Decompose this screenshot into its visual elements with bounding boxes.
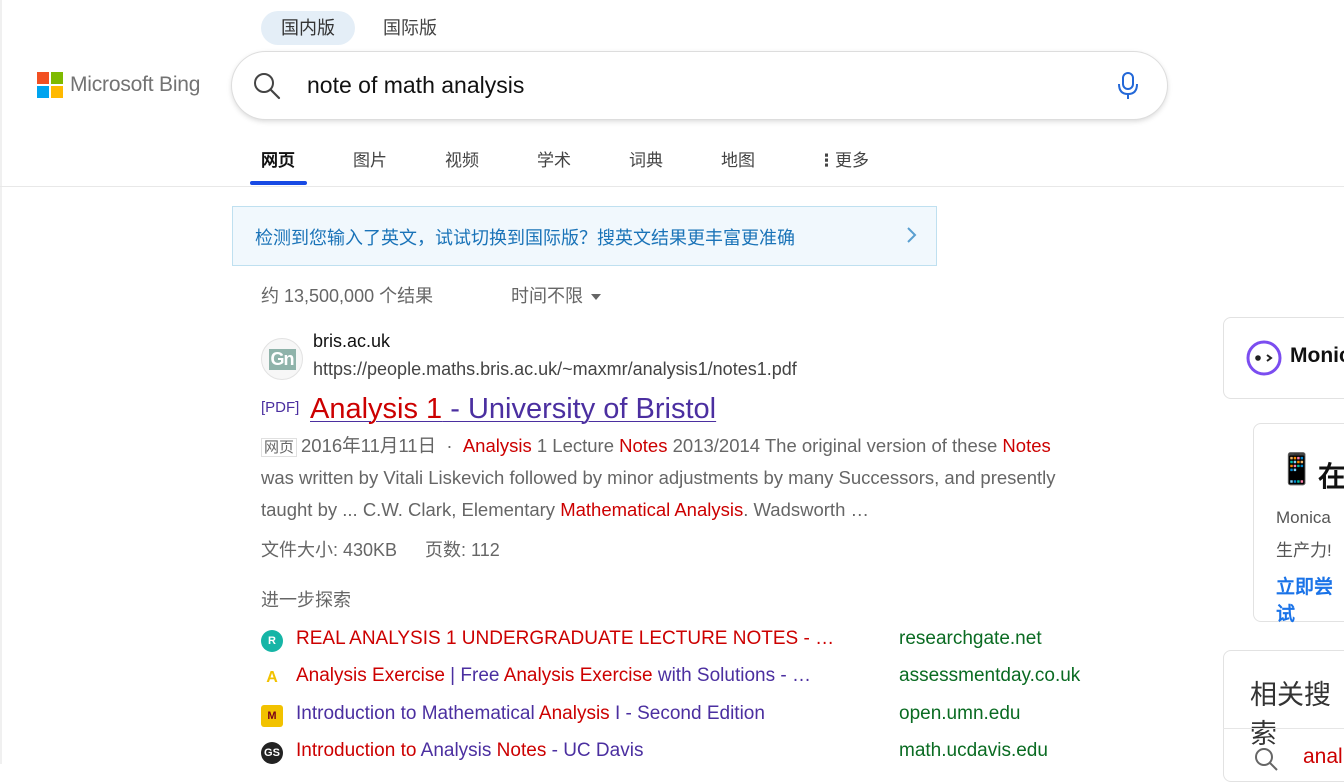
tab-domestic-version[interactable]: 国内版 [261, 11, 355, 45]
promo-text-1: Monica [1276, 508, 1331, 527]
related-searches-heading: 相关搜索 [1250, 680, 1331, 749]
result-url[interactable]: https://people.maths.bris.ac.uk/~maxmr/a… [313, 359, 797, 380]
result-title-rest: - University of Bristol [442, 393, 717, 425]
more-dots-icon: ⋮ [818, 151, 835, 170]
snippet-hl: Notes [619, 435, 668, 456]
site-favicon-icon: M [261, 705, 283, 727]
file-meta: 文件大小: 430KB 页数: 112 [261, 536, 500, 562]
tab-maps[interactable]: 地图 [721, 146, 755, 171]
snippet-hl: Notes [1002, 435, 1051, 456]
tab-academic[interactable]: 学术 [537, 146, 571, 171]
bing-logo[interactable]: Microsoft Bing [37, 72, 200, 98]
related-link-domain[interactable]: assessmentday.co.uk [899, 665, 1080, 687]
tab-dictionary[interactable]: 词典 [629, 146, 663, 171]
phone-icon: 📱 [1278, 453, 1316, 486]
related-link-title[interactable]: Introduction to Analysis Notes - UC Davi… [296, 740, 643, 762]
banner-text: 检测到您输入了英文，试试切换到国际版？搜英文结果更丰富更准确 [255, 228, 795, 248]
logo-text: Microsoft Bing [70, 73, 201, 96]
related-link-row[interactable]: R REAL ANALYSIS 1 UNDERGRADUATE LECTURE N… [261, 628, 1121, 652]
related-link-domain[interactable]: researchgate.net [899, 628, 1042, 650]
caret-down-icon [591, 294, 601, 301]
monica-title: Monic [1290, 344, 1344, 367]
result-date: 2016年11月11日 [301, 435, 437, 456]
header-divider [0, 186, 1344, 187]
related-link-domain[interactable]: math.ucdavis.edu [899, 740, 1048, 762]
tab-videos[interactable]: 视频 [445, 146, 479, 171]
related-link-title[interactable]: REAL ANALYSIS 1 UNDERGRADUATE LECTURE NO… [296, 628, 834, 650]
window-left-edge [0, 0, 2, 764]
result-snippet-line-2: was written by Vitali Liskevich followed… [261, 467, 1056, 488]
web-tag: 网页 [261, 438, 298, 457]
promo-text-2: 生产力! [1276, 541, 1332, 560]
pdf-tag: [PDF] [261, 399, 300, 416]
tab-international-version[interactable]: 国际版 [363, 11, 457, 45]
tab-images[interactable]: 图片 [353, 146, 387, 171]
related-link-title[interactable]: Introduction to Mathematical Analysis I … [296, 703, 765, 725]
snippet-text: taught by ... C.W. Clark, Elementary [261, 499, 561, 520]
monica-logo-icon [1246, 340, 1282, 376]
search-icon[interactable] [252, 71, 282, 101]
microsoft-logo-icon [37, 72, 63, 98]
snippet-text: 1 Lecture [531, 435, 620, 456]
related-link-row[interactable]: A Analysis Exercise | Free Analysis Exerc… [261, 665, 1121, 689]
related-divider [1223, 728, 1344, 729]
result-snippet-line-1: 网页 2016年11月11日 · Analysis 1 Lecture Notes… [261, 430, 1141, 464]
active-tab-indicator [250, 181, 307, 185]
result-count: 约 13,500,000 个结果 [261, 286, 434, 306]
explore-heading: 进一步探索 [261, 590, 351, 610]
promo-try-link[interactable]: 立即尝试 [1276, 572, 1344, 626]
related-link-title[interactable]: Analysis Exercise | Free Analysis Exerci… [296, 665, 811, 687]
time-filter-label: 时间不限 [511, 286, 583, 306]
related-link-row[interactable]: M Introduction to Mathematical Analysis I… [261, 703, 1121, 727]
promo-heading: 在 [1318, 461, 1344, 492]
search-input[interactable]: note of math analysis [307, 72, 524, 99]
result-snippet-line-3: taught by ... C.W. Clark, Elementary Mat… [261, 494, 1141, 526]
site-favicon-icon: R [261, 630, 283, 652]
site-favicon-icon: A [266, 669, 278, 686]
tab-web[interactable]: 网页 [261, 146, 295, 171]
international-version-banner[interactable]: 检测到您输入了英文，试试切换到国际版？搜英文结果更丰富更准确 [232, 206, 937, 266]
site-favicon-icon: GS [261, 742, 283, 764]
snippet-hl: Analysis [462, 435, 532, 456]
related-search-item[interactable]: anal [1303, 745, 1343, 769]
file-size: 文件大小: 430KB [261, 540, 398, 560]
snippet-text: 2013/2014 The original version of these [667, 435, 1003, 456]
snippet-text: . Wadsworth … [743, 499, 869, 520]
chevron-right-icon [907, 227, 917, 243]
page-count: 页数: 112 [425, 540, 500, 560]
time-filter-dropdown[interactable]: 时间不限 [511, 282, 601, 308]
search-icon [1255, 748, 1278, 771]
related-link-domain[interactable]: open.umn.edu [899, 703, 1021, 725]
microphone-icon[interactable] [1117, 71, 1139, 101]
result-title-link[interactable]: Analysis 1 - University of Bristol [310, 393, 716, 426]
site-favicon-icon[interactable]: Gn [261, 338, 303, 380]
result-title-highlight: Analysis 1 [310, 393, 443, 425]
result-site-name[interactable]: bris.ac.uk [313, 331, 390, 352]
search-box[interactable]: note of math analysis [232, 52, 1167, 119]
tab-more[interactable]: ⋮更多 [818, 146, 869, 171]
tab-more-label: 更多 [835, 151, 869, 170]
snippet-hl: Mathematical Analysis [560, 499, 744, 520]
related-link-row[interactable]: GS Introduction to Analysis Notes - UC Da… [261, 740, 1121, 764]
